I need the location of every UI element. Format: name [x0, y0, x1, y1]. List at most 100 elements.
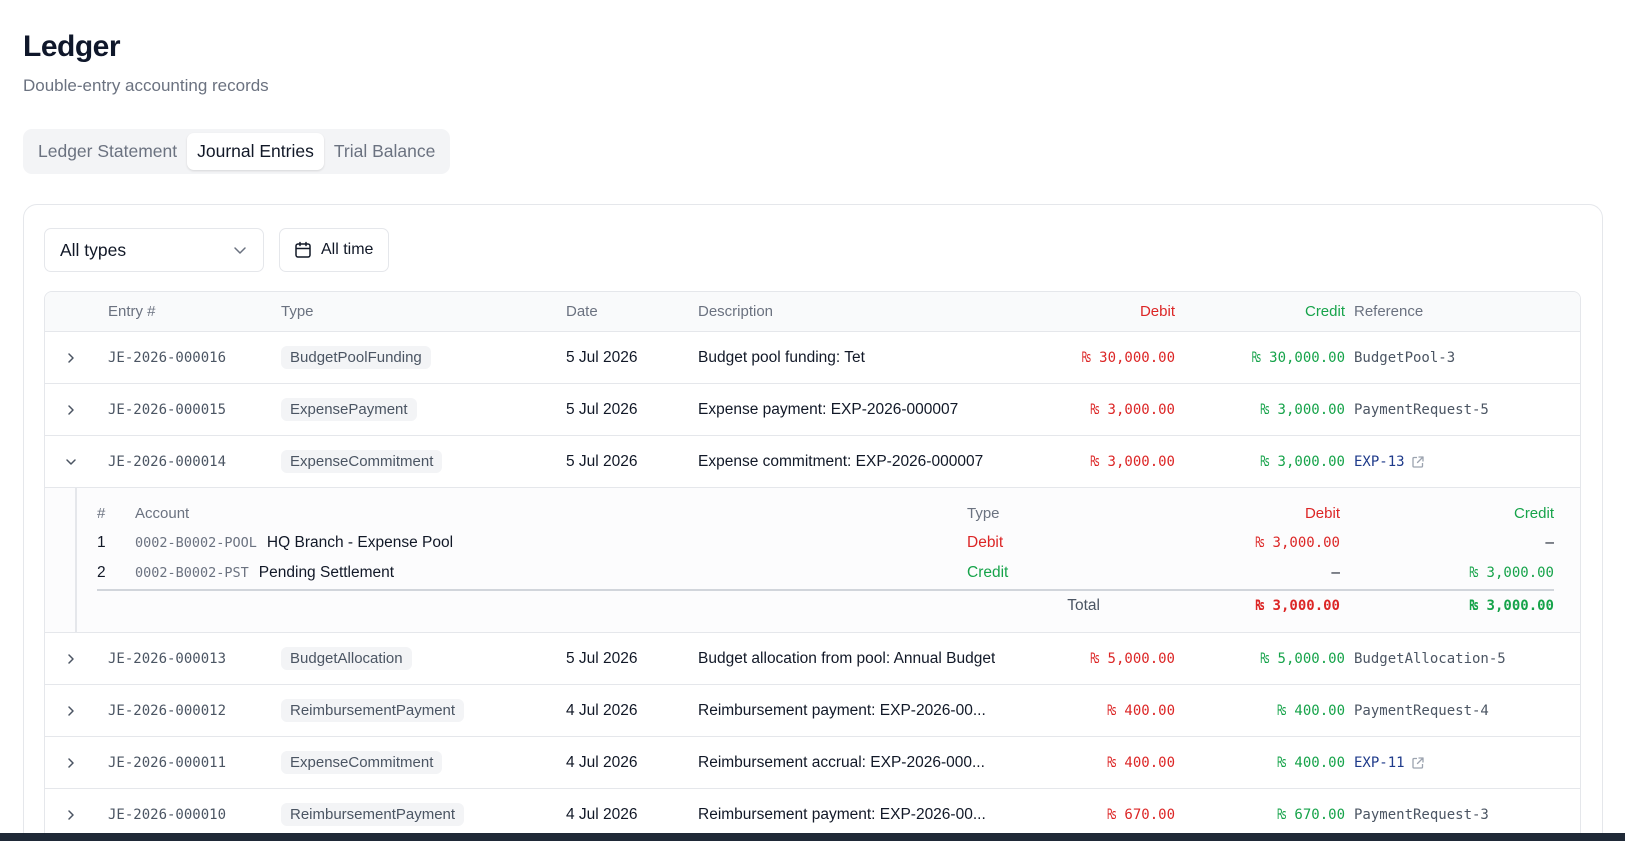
- tab-ledger-statement[interactable]: Ledger Statement: [28, 133, 187, 170]
- reference-link-label: EXP-13: [1354, 453, 1405, 470]
- expand-row-button[interactable]: [61, 737, 81, 788]
- detail-header-debit: Debit: [1304, 504, 1340, 522]
- entry-number: JE-2026-000013: [108, 650, 227, 667]
- date-range-label: All time: [321, 241, 374, 258]
- tab-list: Ledger Statement Journal Entries Trial B…: [23, 129, 451, 174]
- date-cell: 5 Jul 2026: [566, 348, 638, 366]
- table-row[interactable]: JE-2026-000016 BudgetPoolFunding 5 Jul 2…: [45, 332, 1580, 384]
- external-link-icon: [1411, 756, 1424, 769]
- table-row[interactable]: JE-2026-000013 BudgetAllocation 5 Jul 20…: [45, 633, 1580, 685]
- description-cell: Budget allocation from pool: Annual Budg…: [698, 649, 996, 667]
- reference-link[interactable]: EXP-11: [1354, 755, 1425, 771]
- journal-card: All types All time Entry # Type Date Des…: [23, 204, 1603, 841]
- type-badge: BudgetAllocation: [281, 647, 412, 670]
- date-cell: 5 Jul 2026: [566, 400, 638, 418]
- detail-header-account: Account: [135, 504, 190, 522]
- description-cell: Expense commitment: EXP-2026-000007: [698, 452, 984, 470]
- type-cell: BudgetPoolFunding: [281, 332, 431, 383]
- external-link-icon: [1411, 455, 1424, 468]
- bottom-bar: [0, 833, 1625, 841]
- debit-cell: ₨ 3,000.00: [1090, 401, 1175, 418]
- detail-header-credit: Credit: [1513, 504, 1554, 522]
- type-cell: ExpensePayment: [281, 384, 417, 435]
- debit-cell: ₨ 400.00: [1107, 754, 1175, 771]
- entry-number: JE-2026-000014: [108, 453, 227, 470]
- credit-cell: ₨ 30,000.00: [1252, 349, 1345, 366]
- account-cell: 0002-B0002-PST Pending Settlement: [135, 558, 394, 588]
- type-cell: ExpenseCommitment: [281, 737, 443, 788]
- line-type: Debit: [967, 534, 1004, 551]
- detail-header-type: Type: [967, 504, 1000, 522]
- collapse-row-button[interactable]: [61, 436, 81, 487]
- account-code: 0002-B0002-PST: [135, 565, 249, 581]
- tab-trial-balance[interactable]: Trial Balance: [324, 133, 445, 170]
- entry-lines-table: # Account Type Debit Credit 1 0002-B0002…: [75, 488, 1580, 632]
- detail-header: # Account Type Debit Credit: [77, 498, 1580, 528]
- header-description: Description: [698, 303, 774, 320]
- table-row[interactable]: JE-2026-000011 ExpenseCommitment 4 Jul 2…: [45, 737, 1580, 789]
- table-row[interactable]: JE-2026-000015 ExpensePayment 5 Jul 2026…: [45, 384, 1580, 436]
- type-cell: ReimbursementPayment: [281, 685, 465, 736]
- reference-cell: PaymentRequest-4: [1354, 702, 1489, 719]
- description-cell: Reimbursement payment: EXP-2026-00...: [698, 701, 986, 719]
- header-date: Date: [566, 303, 598, 320]
- expand-row-button[interactable]: [61, 633, 81, 684]
- type-filter-select[interactable]: All types: [44, 228, 264, 272]
- expand-row-button[interactable]: [61, 384, 81, 435]
- date-cell: 5 Jul 2026: [566, 649, 638, 667]
- line-credit: –: [1545, 534, 1554, 551]
- detail-line: 2 0002-B0002-PST Pending Settlement Cred…: [77, 558, 1580, 588]
- reference-cell: BudgetAllocation-5: [1354, 650, 1506, 667]
- table-row[interactable]: JE-2026-000012 ReimbursementPayment 4 Ju…: [45, 685, 1580, 737]
- reference-cell: EXP-13: [1354, 436, 1425, 487]
- description-cell: Expense payment: EXP-2026-000007: [698, 400, 959, 418]
- credit-cell: ₨ 3,000.00: [1260, 453, 1345, 470]
- entry-number: JE-2026-000011: [108, 754, 227, 771]
- debit-cell: ₨ 3,000.00: [1090, 453, 1175, 470]
- date-cell: 4 Jul 2026: [566, 701, 638, 719]
- entry-number: JE-2026-000016: [108, 349, 227, 366]
- page-title: Ledger: [23, 30, 121, 63]
- header-credit: Credit: [1304, 303, 1345, 320]
- entry-detail-panel: # Account Type Debit Credit 1 0002-B0002…: [45, 488, 1580, 633]
- account-name: HQ Branch - Expense Pool: [266, 534, 454, 551]
- date-range-button[interactable]: All time: [279, 228, 389, 272]
- type-badge: ExpenseCommitment: [281, 751, 443, 774]
- credit-cell: ₨ 400.00: [1277, 754, 1345, 771]
- total-debit: ₨ 3,000.00: [1255, 598, 1340, 614]
- line-debit: –: [1331, 564, 1340, 581]
- line-number: 1: [97, 534, 106, 551]
- expand-row-button[interactable]: [61, 685, 81, 736]
- table-row-expanded[interactable]: JE-2026-000014 ExpenseCommitment 5 Jul 2…: [45, 436, 1580, 488]
- tab-journal-entries[interactable]: Journal Entries: [187, 133, 324, 170]
- description-cell: Budget pool funding: Tet: [698, 348, 865, 366]
- detail-header-num: #: [97, 504, 106, 522]
- chevron-right-icon: [68, 809, 74, 820]
- header-type: Type: [281, 303, 314, 320]
- entry-number: JE-2026-000012: [108, 702, 227, 719]
- header-entry: Entry #: [108, 303, 156, 320]
- credit-cell: ₨ 400.00: [1277, 702, 1345, 719]
- calendar-icon: [295, 241, 311, 258]
- reference-link[interactable]: EXP-13: [1354, 454, 1425, 470]
- type-badge: ExpenseCommitment: [281, 450, 443, 473]
- type-filter-value: All types: [60, 239, 127, 260]
- type-badge: ReimbursementPayment: [281, 699, 465, 722]
- debit-cell: ₨ 5,000.00: [1090, 650, 1175, 667]
- line-debit: ₨ 3,000.00: [1255, 535, 1340, 551]
- chevron-down-icon: [66, 458, 76, 465]
- chevron-right-icon: [68, 705, 74, 716]
- chevron-down-icon: [234, 247, 246, 254]
- type-badge: ReimbursementPayment: [281, 803, 465, 826]
- account-code: 0002-B0002-POOL: [135, 535, 257, 551]
- type-badge: ExpensePayment: [281, 398, 417, 421]
- chevron-right-icon: [68, 404, 74, 415]
- expand-row-button[interactable]: [61, 332, 81, 383]
- reference-cell: EXP-11: [1354, 737, 1425, 788]
- total-credit: ₨ 3,000.00: [1469, 598, 1554, 614]
- table-header: Entry # Type Date Description Debit Cred…: [45, 292, 1580, 332]
- total-label: Total: [1067, 597, 1100, 614]
- account-cell: 0002-B0002-POOL HQ Branch - Expense Pool: [135, 528, 453, 558]
- reference-cell: PaymentRequest-5: [1354, 401, 1489, 418]
- line-type: Credit: [967, 564, 1009, 581]
